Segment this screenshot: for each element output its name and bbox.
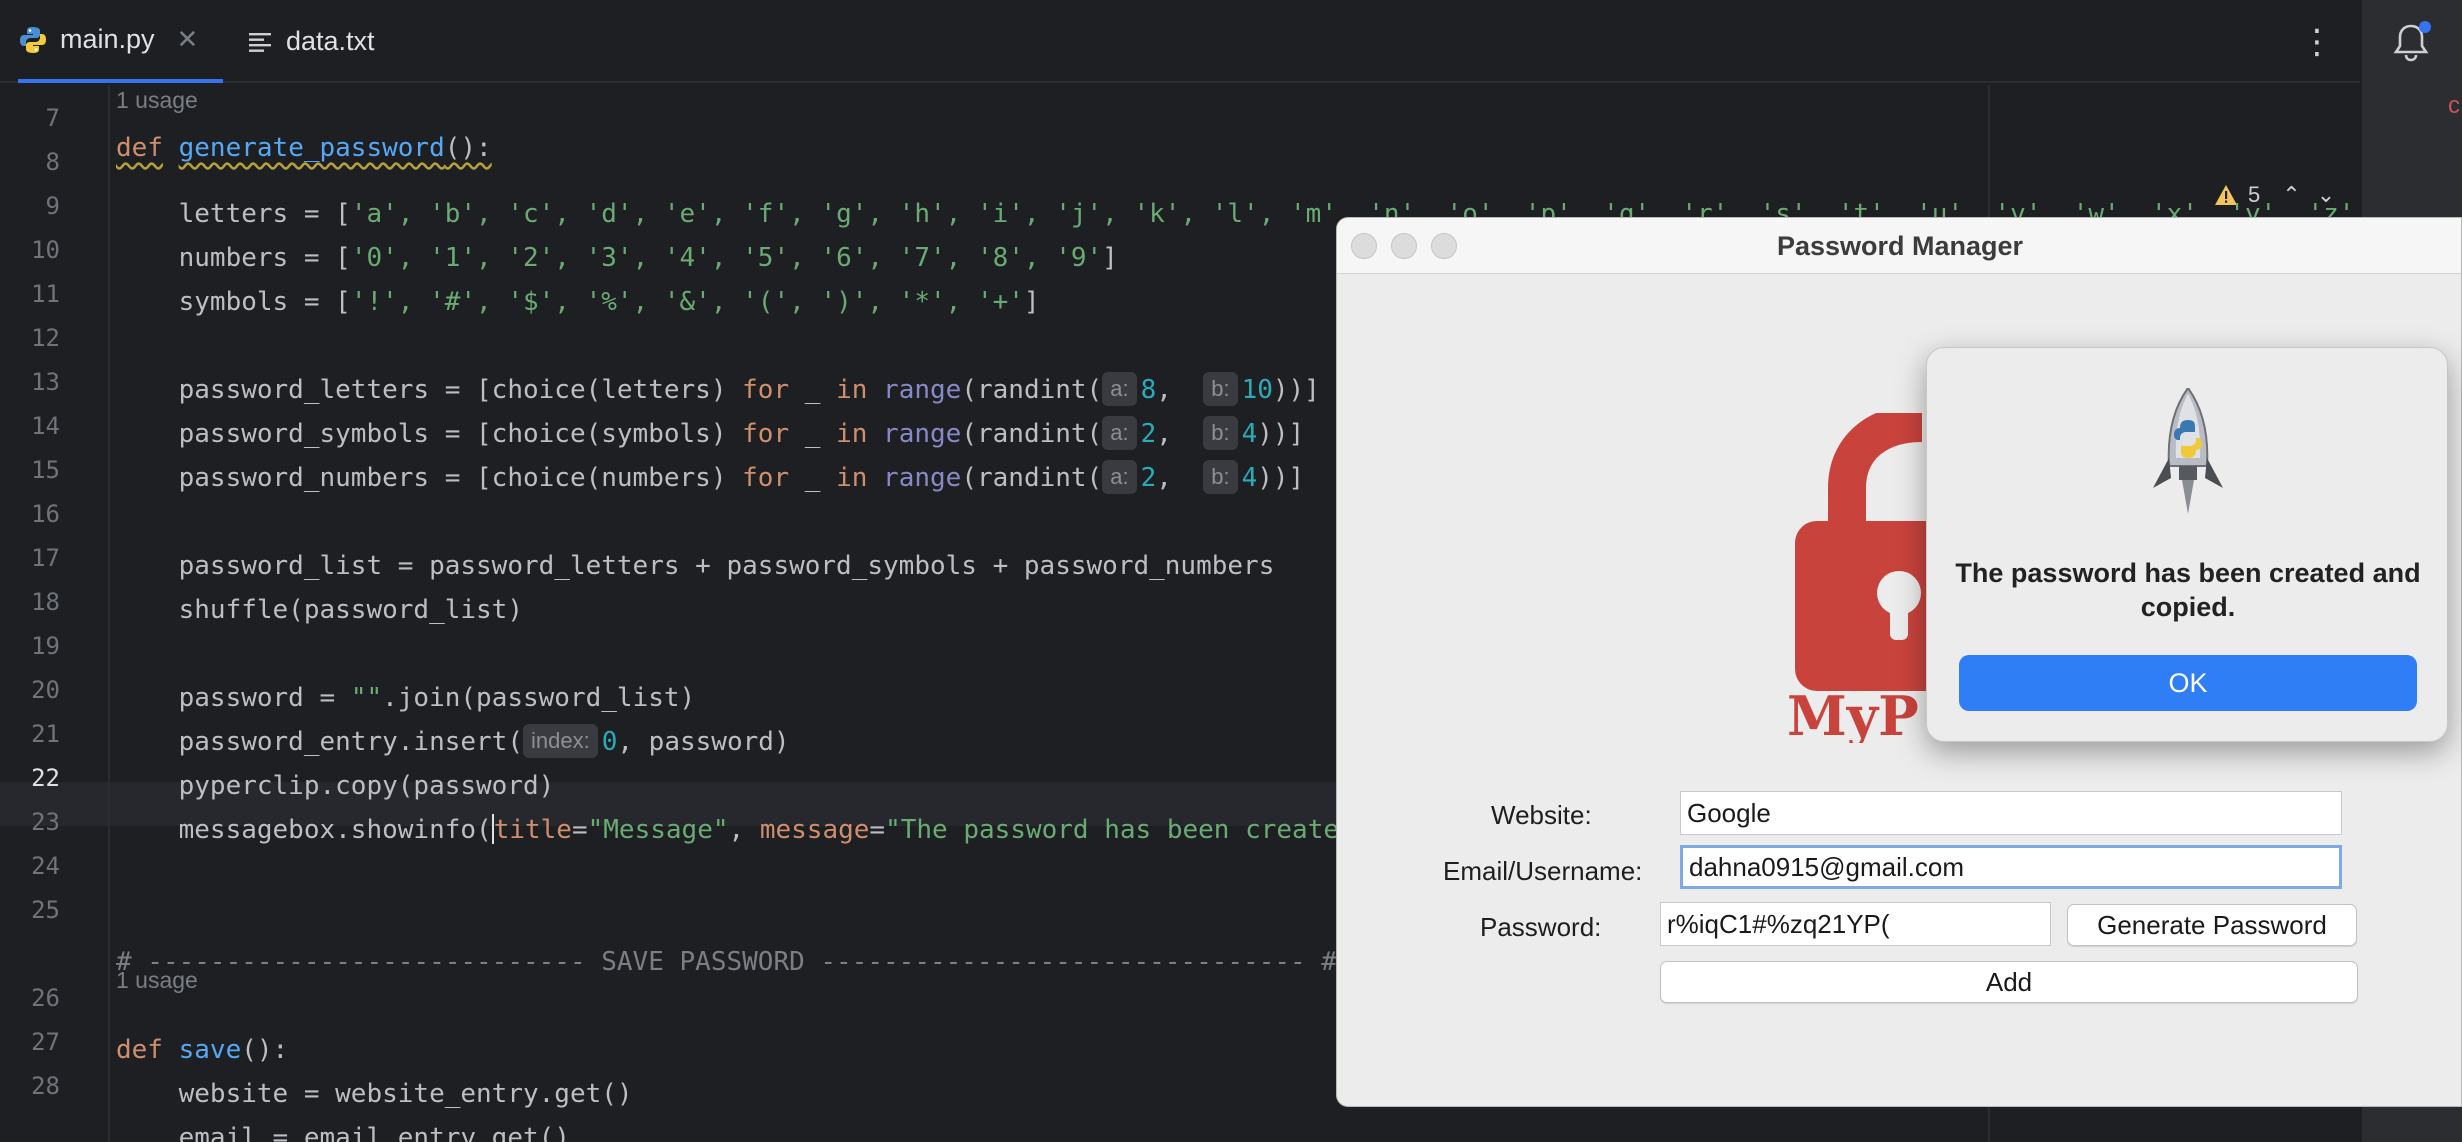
code-line: password_letters = [choice(letters) for …	[116, 368, 1320, 412]
close-icon[interactable]: ✕	[177, 24, 199, 55]
line-number: 13	[31, 368, 60, 396]
line-number: 8	[45, 148, 60, 176]
line-number: 18	[31, 588, 60, 616]
website-label: Website:	[1491, 800, 1592, 830]
notifications-bell-icon[interactable]	[2380, 12, 2442, 74]
tab-label: data.txt	[286, 26, 375, 56]
usage-hint[interactable]: 1 usage	[116, 82, 198, 118]
code-line: password_symbols = [choice(symbols) for …	[116, 412, 1304, 456]
line-number: 16	[31, 500, 60, 528]
logo-text: MyP	[1787, 684, 1919, 743]
param-hint: b:	[1203, 416, 1238, 450]
line-number: 20	[31, 676, 60, 704]
line-number: 27	[31, 1028, 60, 1056]
line-number: 15	[31, 456, 60, 484]
code-line: password_numbers = [choice(numbers) for …	[116, 456, 1304, 500]
line-number: 9	[45, 192, 60, 220]
ok-button[interactable]: OK	[1959, 655, 2417, 711]
line-number: 21	[31, 720, 60, 748]
tab-main-py[interactable]: main.py ✕	[18, 0, 223, 83]
line-number: 10	[31, 236, 60, 264]
password-input[interactable]: r%iqC1#%zq21YP(	[1660, 902, 2051, 946]
line-number: 14	[31, 412, 60, 440]
generate-password-button[interactable]: Generate Password	[2067, 904, 2357, 946]
code-line: shuffle(password_list)	[116, 595, 523, 625]
code-line: password_list = password_letters + passw…	[116, 551, 1275, 581]
code-line: pyperclip.copy(password)	[116, 771, 555, 801]
param-hint: b:	[1203, 460, 1238, 494]
python-launcher-rocket-icon	[2153, 388, 2223, 514]
code-line: email = email_entry.get()	[116, 1123, 570, 1142]
line-number: 23	[31, 808, 60, 836]
code-line: numbers = ['0', '1', '2', '3', '4', '5',…	[116, 243, 1118, 273]
python-file-icon	[20, 26, 46, 53]
add-button[interactable]: Add	[1660, 961, 2358, 1003]
text-file-icon	[249, 32, 271, 52]
code-comment: # ---------------------------- SAVE PASS…	[116, 947, 1337, 977]
param-hint: a:	[1102, 416, 1137, 450]
window-title: Password Manager	[1776, 231, 2024, 261]
code-line: def save():	[116, 1035, 289, 1065]
password-label: Password:	[1480, 912, 1602, 942]
website-input[interactable]: Google	[1680, 791, 2342, 835]
code-line: def generate_password():	[116, 133, 492, 163]
line-number: 26	[31, 984, 60, 1012]
param-hint: a:	[1102, 460, 1137, 494]
editor-tab-bar: main.py ✕ data.txt ⋮	[0, 0, 2462, 83]
code-line: password_entry.insert(index: 0, password)	[116, 720, 790, 764]
window-titlebar[interactable]: Password Manager	[1337, 218, 2461, 274]
line-number: 24	[31, 852, 60, 880]
alert-message: The password has been created and copied…	[1955, 558, 2421, 622]
line-number: 19	[31, 632, 60, 660]
param-hint: b:	[1203, 372, 1238, 406]
code-line: symbols = ['!', '#', '$', '%', '&', '(',…	[116, 287, 1040, 317]
line-number: 7	[45, 104, 60, 132]
tab-data-txt[interactable]: data.txt	[246, 0, 375, 83]
line-number: 11	[31, 280, 60, 308]
line-number: 25	[31, 896, 60, 924]
line-number: 28	[31, 1072, 60, 1100]
code-line: website = website_entry.get()	[116, 1079, 633, 1109]
code-line-active: messagebox.showinfo(title="Message", mes…	[116, 814, 1340, 845]
info-alert-dialog[interactable]: The password has been created and copied…	[1926, 347, 2448, 742]
email-input[interactable]: dahna0915@gmail.com	[1680, 845, 2342, 889]
param-hint: index:	[523, 724, 598, 758]
line-number: 12	[31, 324, 60, 352]
line-number: 17	[31, 544, 60, 572]
email-label: Email/Username:	[1443, 856, 1643, 886]
tab-label: main.py	[60, 24, 155, 54]
code-line: password = "".join(password_list)	[116, 683, 696, 713]
cropped-edge-text: c	[2448, 92, 2460, 119]
more-options-icon[interactable]: ⋮	[2300, 20, 2334, 64]
param-hint: a:	[1102, 372, 1137, 406]
line-number: 22	[31, 764, 60, 792]
